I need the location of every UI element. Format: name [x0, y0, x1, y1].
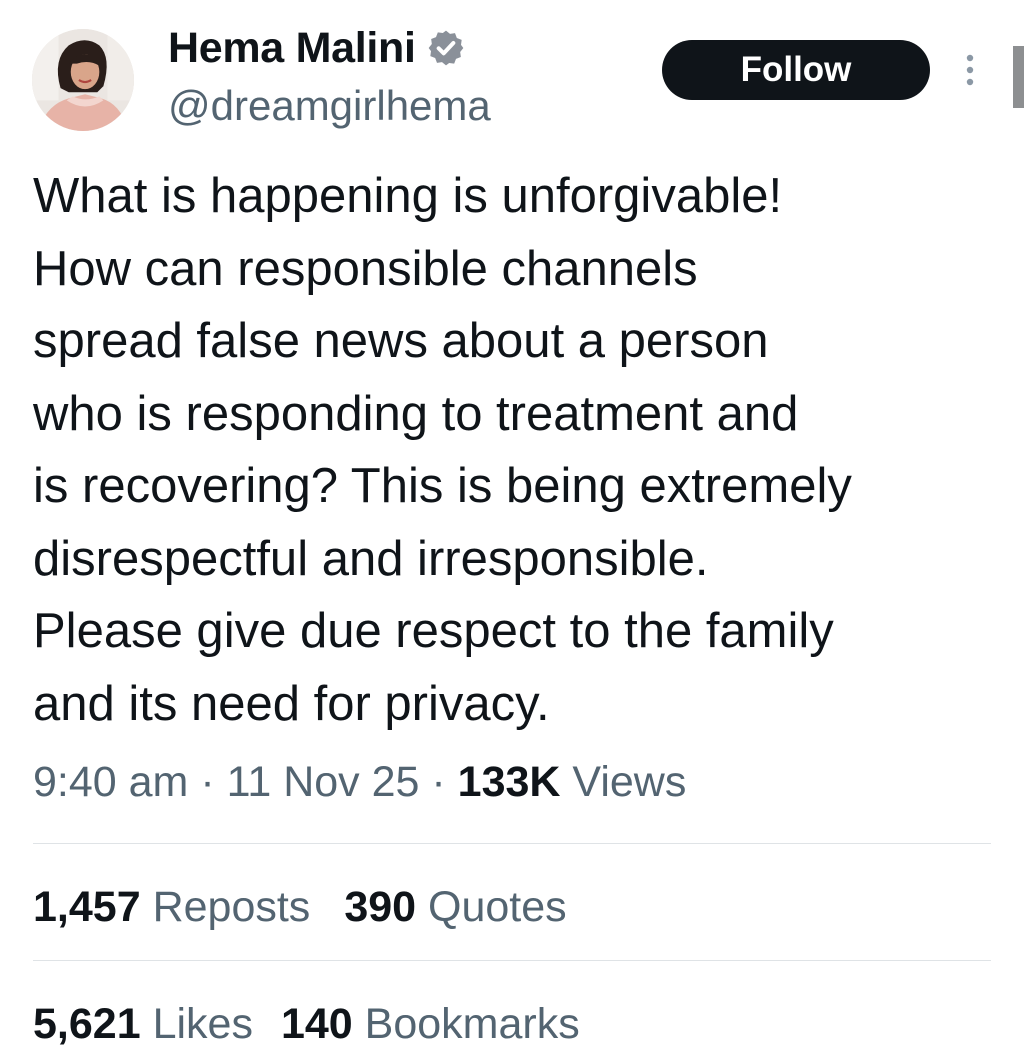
bookmarks-count: 140 — [280, 1000, 353, 1048]
more-options-icon[interactable] — [956, 50, 984, 90]
views-count: 133K — [457, 758, 561, 806]
meta-separator: · — [200, 758, 215, 806]
author-name-row[interactable]: Hema Malini — [168, 24, 466, 72]
author-display-name[interactable]: Hema Malini — [168, 24, 416, 72]
quotes-label: Quotes — [428, 883, 567, 931]
divider — [33, 843, 991, 844]
engagement-stats-row: 1,457 Reposts 390 Quotes — [33, 878, 567, 936]
likes-link[interactable]: 5,621 Likes — [33, 1000, 253, 1048]
meta-separator: · — [431, 758, 446, 806]
scrollbar-thumb[interactable] — [1013, 46, 1024, 108]
quotes-link[interactable]: 390 Quotes — [344, 883, 566, 931]
tweet-date[interactable]: 11 Nov 25 — [227, 758, 420, 806]
divider — [33, 960, 991, 961]
likes-count: 5,621 — [33, 1000, 141, 1048]
bookmarks-link[interactable]: 140 Bookmarks — [281, 1000, 580, 1048]
reposts-label: Reposts — [152, 883, 311, 931]
reposts-link[interactable]: 1,457 Reposts — [33, 883, 310, 931]
tweet-text: What is happening is unforgivable! How c… — [33, 169, 852, 731]
quotes-count: 390 — [344, 883, 417, 931]
tweet-meta: 9:40 am · 11 Nov 25 · 133K Views — [33, 753, 686, 811]
follow-button[interactable]: Follow — [662, 40, 930, 100]
tweet-time[interactable]: 9:40 am — [33, 758, 188, 806]
verified-badge-icon — [428, 30, 463, 66]
reposts-count: 1,457 — [33, 883, 141, 931]
engagement-stats-row-2: 5,621 Likes 140 Bookmarks — [33, 995, 580, 1053]
avatar[interactable] — [32, 29, 134, 131]
views-label: Views — [572, 758, 687, 806]
bookmarks-label: Bookmarks — [364, 1000, 580, 1048]
author-handle[interactable]: @dreamgirlhema — [168, 82, 491, 130]
avatar-photo — [32, 29, 134, 131]
likes-label: Likes — [152, 1000, 253, 1048]
